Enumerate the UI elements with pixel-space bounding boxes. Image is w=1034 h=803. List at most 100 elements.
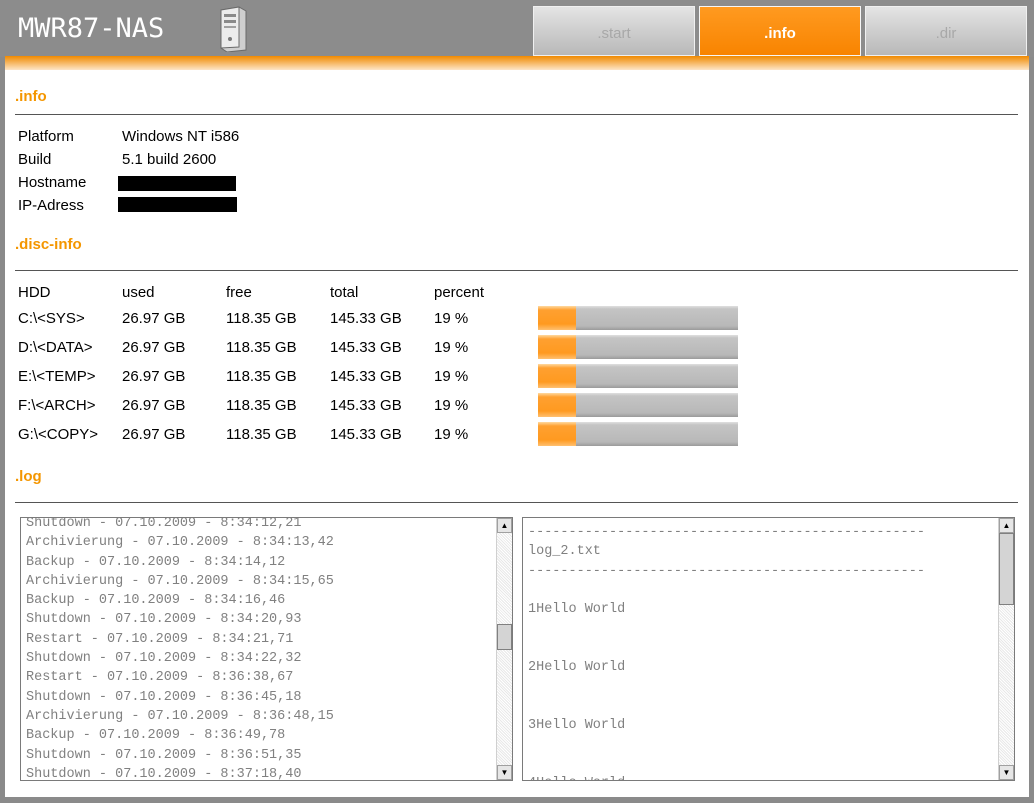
log-lines-right: ----------------------------------------… bbox=[528, 523, 925, 780]
info-label-ip: IP-Adress bbox=[18, 197, 84, 214]
disc-usage-bar bbox=[538, 306, 738, 330]
disc-row-used: 26.97 GB bbox=[122, 397, 186, 414]
disc-row-percent: 19 % bbox=[434, 397, 469, 414]
scroll-up-icon[interactable]: ▲ bbox=[497, 518, 512, 533]
disc-row-free: 118.35 GB bbox=[226, 368, 297, 385]
disc-row-used: 26.97 GB bbox=[122, 339, 186, 356]
disc-row-free: 118.35 GB bbox=[226, 397, 297, 414]
log-line: ----------------------------------------… bbox=[528, 525, 925, 540]
main-content: .info Platform Windows NT i586 Build 5.1… bbox=[5, 70, 1029, 797]
disc-usage-bar bbox=[538, 364, 738, 388]
disc-row-total: 145.33 GB bbox=[330, 368, 402, 385]
log-line: Restart - 07.10.2009 - 8:36:38,67 bbox=[26, 670, 294, 686]
disc-header-free: free bbox=[226, 284, 252, 301]
log-line: Shutdown - 07.10.2009 - 8:36:51,35 bbox=[26, 747, 302, 763]
header-accent-bar bbox=[5, 56, 1029, 70]
disc-header-percent: percent bbox=[434, 284, 485, 301]
scroll-down-icon[interactable]: ▼ bbox=[497, 765, 512, 780]
logo-text: MWR87-NAS bbox=[18, 13, 165, 44]
disc-usage-fill bbox=[538, 364, 576, 388]
log-line: Archivierung - 07.10.2009 - 8:36:48,15 bbox=[26, 708, 334, 724]
disc-row-used: 26.97 GB bbox=[122, 426, 186, 443]
server-tower-icon bbox=[220, 6, 247, 52]
disc-row-hdd: D:\<DATA> bbox=[18, 339, 93, 356]
scrollbar-thumb[interactable] bbox=[999, 533, 1014, 605]
log-line: Backup - 07.10.2009 - 8:34:16,46 bbox=[26, 593, 286, 609]
disc-row-free: 118.35 GB bbox=[226, 339, 297, 356]
scroll-down-icon[interactable]: ▼ bbox=[999, 765, 1014, 780]
log-line: Restart - 07.10.2009 - 8:34:21,71 bbox=[26, 631, 294, 647]
log-line: 1Hello World bbox=[528, 602, 626, 618]
scrollbar[interactable]: ▲ ▼ bbox=[998, 518, 1014, 780]
disc-usage-fill bbox=[538, 422, 576, 446]
info-value-platform: Windows NT i586 bbox=[122, 128, 240, 145]
disc-row-hdd: F:\<ARCH> bbox=[18, 397, 96, 414]
header: MWR87-NAS .start .info .dir bbox=[0, 0, 1034, 57]
log-textarea-right[interactable]: ----------------------------------------… bbox=[522, 517, 1015, 781]
tab-start[interactable]: .start bbox=[533, 6, 695, 56]
disc-usage-bar bbox=[538, 335, 738, 359]
disc-info-section-title: .disc-info bbox=[15, 236, 82, 253]
log-line: Shutdown - 07.10.2009 - 8:34:22,32 bbox=[26, 651, 302, 667]
hostname-redacted bbox=[118, 176, 236, 191]
disc-usage-bar bbox=[538, 393, 738, 417]
info-label-hostname: Hostname bbox=[18, 174, 87, 191]
log-line: Shutdown - 07.10.2009 - 8:34:20,93 bbox=[26, 612, 302, 628]
log-line: Archivierung - 07.10.2009 - 8:34:15,65 bbox=[26, 573, 334, 589]
log-line: Backup - 07.10.2009 - 8:36:49,78 bbox=[26, 728, 286, 744]
log-line: Shutdown - 07.10.2009 - 8:37:18,40 bbox=[26, 766, 302, 781]
disc-row-total: 145.33 GB bbox=[330, 397, 402, 414]
log-section-title: .log bbox=[15, 468, 42, 485]
log-line: Shutdown - 07.10.2009 - 8:36:45,18 bbox=[26, 689, 302, 705]
disc-row-hdd: G:\<COPY> bbox=[18, 426, 99, 443]
divider bbox=[15, 270, 1018, 271]
info-value-build: 5.1 build 2600 bbox=[122, 151, 217, 168]
log-line: Shutdown - 07.10.2009 - 8:34:12,21 bbox=[26, 517, 302, 531]
disc-row-percent: 19 % bbox=[434, 339, 469, 356]
log-lines-left: Shutdown - 07.10.2009 - 8:34:12,21 Archiv… bbox=[26, 517, 334, 781]
disc-row-total: 145.33 GB bbox=[330, 339, 402, 356]
disc-usage-bar bbox=[538, 422, 738, 446]
disc-row-percent: 19 % bbox=[434, 368, 469, 385]
disc-usage-fill bbox=[538, 335, 576, 359]
disc-row-hdd: E:\<TEMP> bbox=[18, 368, 96, 385]
disc-row-free: 118.35 GB bbox=[226, 426, 297, 443]
disc-row-total: 145.33 GB bbox=[330, 310, 402, 327]
disc-header-hdd: HDD bbox=[18, 284, 51, 301]
info-label-platform: Platform bbox=[18, 128, 74, 145]
log-line: log_2.txt bbox=[528, 544, 601, 560]
divider bbox=[15, 502, 1018, 503]
tab-info[interactable]: .info bbox=[699, 6, 861, 56]
scrollbar[interactable]: ▲ ▼ bbox=[496, 518, 512, 780]
disc-header-total: total bbox=[330, 284, 359, 301]
log-textarea-left[interactable]: Shutdown - 07.10.2009 - 8:34:12,21 Archiv… bbox=[20, 517, 513, 781]
tab-dir[interactable]: .dir bbox=[865, 6, 1027, 56]
disc-header-used: used bbox=[122, 284, 155, 301]
log-line: Archivierung - 07.10.2009 - 8:34:13,42 bbox=[26, 535, 334, 551]
ip-redacted bbox=[118, 197, 237, 212]
log-line: 2Hello World bbox=[528, 660, 626, 676]
disc-usage-fill bbox=[538, 393, 576, 417]
scrollbar-thumb[interactable] bbox=[497, 624, 512, 650]
info-section-title: .info bbox=[15, 88, 47, 105]
scroll-up-icon[interactable]: ▲ bbox=[999, 518, 1014, 533]
disc-row-used: 26.97 GB bbox=[122, 368, 186, 385]
log-line: ----------------------------------------… bbox=[528, 563, 925, 579]
disc-row-percent: 19 % bbox=[434, 310, 469, 327]
disc-row-used: 26.97 GB bbox=[122, 310, 186, 327]
disc-row-total: 145.33 GB bbox=[330, 426, 402, 443]
disc-row-percent: 19 % bbox=[434, 426, 469, 443]
disc-usage-fill bbox=[538, 306, 576, 330]
divider bbox=[15, 114, 1018, 115]
log-line: Backup - 07.10.2009 - 8:34:14,12 bbox=[26, 554, 286, 570]
disc-row-hdd: C:\<SYS> bbox=[18, 310, 85, 327]
log-line: 3Hello World bbox=[528, 717, 626, 733]
disc-row-free: 118.35 GB bbox=[226, 310, 297, 327]
